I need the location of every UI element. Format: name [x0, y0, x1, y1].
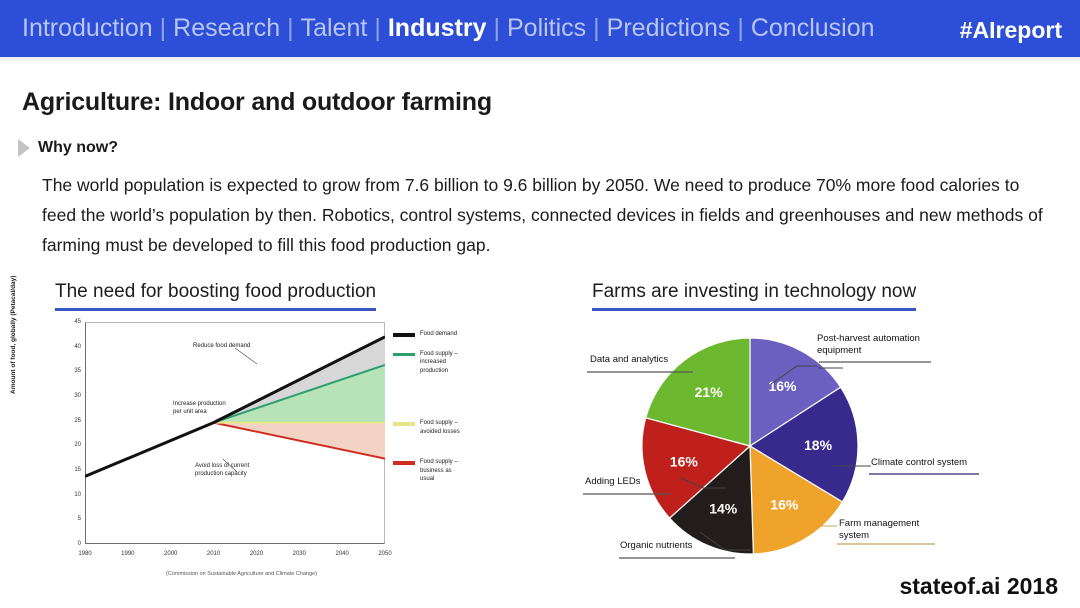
legend-item-avoided-losses: Food supply – avoided losses: [393, 419, 461, 436]
pie-slice-value: 18%: [804, 437, 833, 453]
y-tick-25: 25: [74, 417, 81, 424]
y-tick-45: 45: [74, 319, 81, 325]
nav-item-research[interactable]: Research: [173, 14, 280, 43]
nav-item-talent[interactable]: Talent: [301, 14, 368, 43]
annotation-avoid-loss: Avoid loss of current production capacit…: [195, 463, 250, 477]
pie-slice-value: 14%: [709, 501, 738, 517]
legend-label-increased-production: Food supply – increased production: [420, 350, 458, 374]
x-tick-2030: 2030: [292, 551, 306, 557]
why-now-bullet-row: Why now?: [18, 139, 118, 157]
food-production-line-chart: Amount of food, globally (Petacal/day) 0…: [10, 276, 461, 591]
legend-label-food-demand: Food demand: [420, 331, 458, 337]
x-tick-2000: 2000: [164, 551, 178, 557]
legend-swatch-avoided-losses: [393, 422, 415, 426]
line-chart-legend: Food demand Food supply – increased prod…: [393, 330, 461, 495]
nav-item-politics[interactable]: Politics: [507, 14, 586, 43]
y-tick-40: 40: [74, 343, 81, 350]
topbar-divider: [0, 57, 1080, 61]
nav-items-list: Introduction | Research | Talent | Indus…: [22, 14, 875, 43]
pie-slice-value: 16%: [770, 497, 799, 513]
pie-label-farm-management: Farm management system: [839, 518, 920, 541]
pie-label-adding-leds: Adding LEDs: [585, 476, 641, 487]
nav-separator: |: [159, 14, 167, 42]
y-tick-5: 5: [77, 516, 81, 523]
line-chart-plot-area: 0 5 10 15 20 25 30 35 40 45 1980 1990 20…: [74, 319, 391, 557]
why-now-label: Why now?: [38, 139, 118, 156]
legend-item-increased-production: Food supply – increased production: [393, 350, 461, 376]
nav-item-predictions[interactable]: Predictions: [607, 14, 731, 43]
nav-separator: |: [493, 14, 500, 42]
y-tick-10: 10: [74, 491, 81, 498]
annotation-increase-production: Increase production per unit area: [173, 401, 226, 415]
line-chart-y-axis-label: Amount of food, globally (Petacal/day): [10, 275, 17, 394]
legend-item-business-as-usual: Food supply – business as usual: [393, 458, 461, 484]
legend-item-food-demand: Food demand: [393, 330, 461, 339]
pie-slice-value: 16%: [768, 378, 797, 394]
x-tick-2050: 2050: [378, 551, 392, 557]
line-chart-caption: (Commission on Sustainable Agriculture a…: [166, 571, 318, 577]
x-tick-2010: 2010: [206, 551, 221, 557]
line-chart-series-svg: [85, 335, 385, 478]
section-heading-right: Farms are investing in technology now: [592, 281, 917, 311]
x-tick-1990: 1990: [121, 551, 135, 557]
legend-swatch-food-demand: [393, 333, 415, 337]
farm-technology-pie-chart: 16% 18% 16% 14% 16% 21% Data and analytics Ad…: [575, 318, 1075, 588]
pie-slice-value: 16%: [670, 454, 699, 470]
pie-label-organic-nutrients: Organic nutrients: [620, 540, 693, 551]
y-tick-20: 20: [74, 442, 81, 449]
y-tick-30: 30: [74, 392, 81, 399]
pie-label-data-and-analytics: Data and analytics: [590, 354, 669, 365]
top-navigation-bar: Introduction | Research | Talent | Indus…: [0, 0, 1080, 57]
x-tick-1980: 1980: [78, 551, 92, 557]
legend-swatch-increased-production: [393, 352, 415, 356]
nav-item-introduction[interactable]: Introduction: [22, 14, 153, 43]
annotation-reduce-food-demand: Reduce food demand: [193, 343, 251, 349]
nav-item-industry[interactable]: Industry: [388, 14, 487, 43]
x-tick-2040: 2040: [335, 551, 349, 557]
nav-separator: |: [287, 14, 294, 42]
nav-separator: |: [374, 14, 381, 42]
report-hashtag: #AIreport: [959, 17, 1062, 43]
footer-brand: stateof.ai 2018: [899, 573, 1058, 599]
nav-item-conclusion[interactable]: Conclusion: [751, 14, 875, 43]
legend-label-avoided-losses: Food supply – avoided losses: [420, 420, 460, 435]
nav-separator: |: [593, 14, 600, 42]
pie-label-climate-control: Climate control system: [871, 457, 968, 468]
legend-swatch-business-as-usual: [393, 461, 415, 465]
y-tick-15: 15: [74, 467, 81, 473]
x-tick-2020: 2020: [249, 551, 264, 557]
y-tick-0: 0: [77, 541, 81, 547]
y-tick-35: 35: [74, 368, 81, 375]
pie-label-post-harvest-automation: Post-harvest automation equipment: [817, 333, 920, 356]
body-paragraph: The world population is expected to grow…: [42, 175, 1043, 255]
legend-label-business-as-usual: Food supply – business as usual: [420, 459, 458, 482]
pie-slice-value: 21%: [695, 384, 724, 400]
section-heading-left: The need for boosting food production: [55, 281, 377, 311]
page-title: Agriculture: Indoor and outdoor farming: [22, 88, 492, 116]
nav-separator: |: [737, 14, 744, 42]
triangle-bullet-icon: [18, 139, 30, 157]
